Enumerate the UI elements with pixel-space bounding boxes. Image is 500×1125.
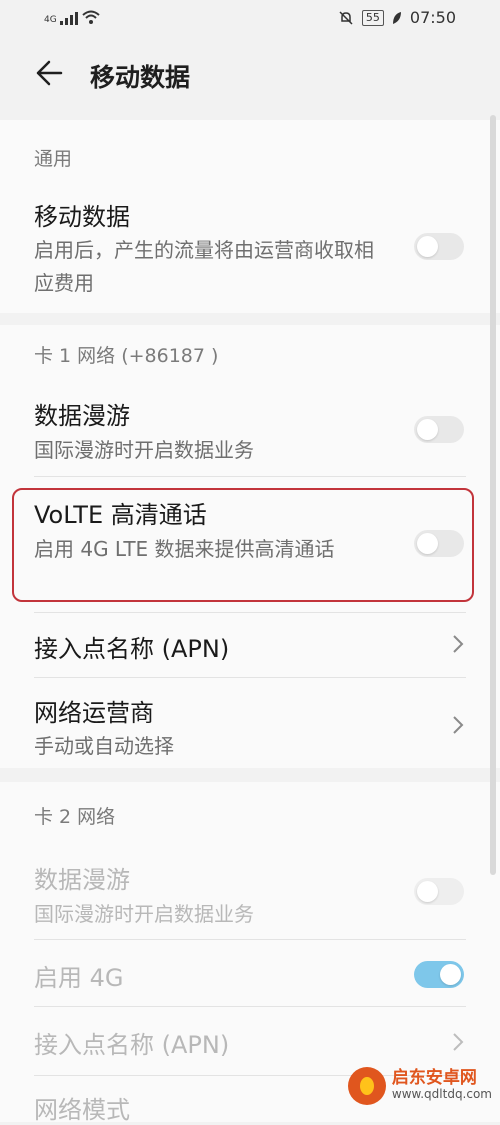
page-title: 移动数据 <box>90 63 191 92</box>
mobile-data-subtitle: 启用后，产生的流量将由运营商收取相应费用 <box>34 238 374 295</box>
network-type: 4G <box>44 15 57 25</box>
sim1-roaming-toggle[interactable] <box>414 416 464 443</box>
sim1-roaming-subtitle: 国际漫游时开启数据业务 <box>34 438 254 462</box>
watermark-logo-icon <box>347 1067 386 1105</box>
enable-4g-toggle[interactable] <box>414 961 464 988</box>
app-header: 移动数据 <box>0 36 500 112</box>
watermark-url: www.qdltdq.com <box>391 1087 492 1101</box>
sim2-roaming-subtitle: 国际漫游时开启数据业务 <box>34 902 254 926</box>
section-sim2-label: 卡 2 网络 <box>34 806 116 828</box>
sim2-apn-title: 接入点名称 (APN) <box>34 1031 230 1059</box>
scrollbar[interactable] <box>490 115 496 875</box>
divider <box>34 1006 466 1007</box>
mobile-data-title: 移动数据 <box>34 203 130 231</box>
chevron-right-icon <box>453 635 464 653</box>
divider <box>34 677 466 678</box>
chevron-right-icon <box>453 1033 464 1051</box>
enable-4g-title: 启用 4G <box>34 964 124 992</box>
signal-icon <box>59 11 78 25</box>
network-mode-title: 网络模式 <box>34 1096 130 1124</box>
section-general-label: 通用 <box>34 148 73 170</box>
divider <box>34 939 466 940</box>
leaf-icon <box>392 11 401 24</box>
section-sim1-label: 卡 1 网络 (+86187 ) <box>34 345 219 367</box>
volte-highlight-box <box>12 488 474 602</box>
general-card: 通用 移动数据 启用后，产生的流量将由运营商收取相应费用 <box>0 120 500 313</box>
watermark: 启东安卓网 www.qdltdq.com <box>347 1067 492 1105</box>
watermark-text: 启东安卓网 www.qdltdq.com <box>392 1070 492 1102</box>
status-left: 4G <box>44 9 101 25</box>
carrier-title: 网络运营商 <box>34 699 154 727</box>
clock: 07:50 <box>409 8 456 27</box>
divider <box>34 612 466 613</box>
chevron-right-icon <box>453 716 464 734</box>
battery-icon: 55 <box>361 9 384 26</box>
wifi-icon <box>82 10 100 24</box>
watermark-name: 启东安卓网 <box>391 1068 477 1088</box>
status-right: 55 07:50 <box>338 8 456 27</box>
carrier-subtitle: 手动或自动选择 <box>34 734 174 758</box>
sim1-roaming-title: 数据漫游 <box>34 402 130 430</box>
mute-bell-icon <box>339 10 353 25</box>
sim2-roaming-title: 数据漫游 <box>34 866 130 894</box>
sim1-apn-title: 接入点名称 (APN) <box>34 635 230 663</box>
back-arrow-icon[interactable] <box>34 58 64 88</box>
mobile-data-toggle[interactable] <box>414 233 464 260</box>
sim2-roaming-toggle[interactable] <box>414 878 464 905</box>
divider <box>34 476 466 477</box>
status-bar: 4G 55 07:50 <box>0 0 500 36</box>
